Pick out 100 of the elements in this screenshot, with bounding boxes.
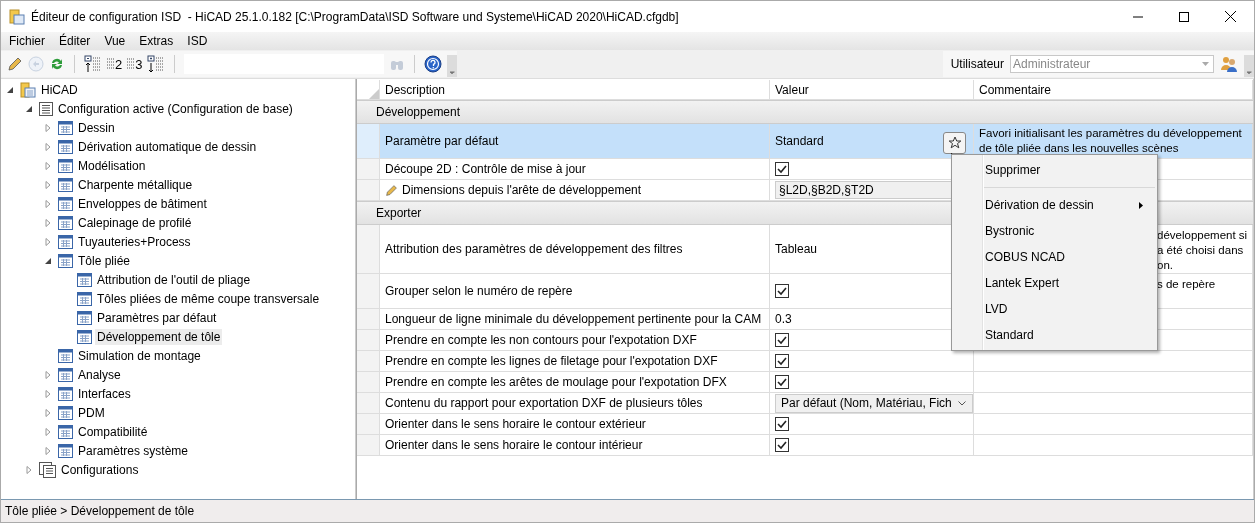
row-handle[interactable]	[357, 159, 380, 179]
refresh-icon[interactable]	[49, 56, 65, 72]
app-icon	[9, 8, 25, 25]
column-header[interactable]: Commentaire	[979, 82, 1052, 97]
row-handle[interactable]	[357, 393, 380, 413]
row-handle[interactable]	[357, 225, 380, 273]
pencil-icon[interactable]	[7, 56, 23, 72]
collapsed-arrow-icon[interactable]	[43, 236, 53, 247]
collapsed-arrow-icon[interactable]	[43, 160, 53, 171]
tree-item[interactable]: Dérivation automatique de dessin	[76, 138, 259, 155]
collapsed-arrow-icon[interactable]	[43, 179, 53, 190]
expand-levels-icon[interactable]	[147, 55, 166, 73]
tree-item[interactable]: Tôles pliées de même coupe transversale	[95, 290, 322, 307]
undo-icon[interactable]	[28, 56, 44, 72]
maximize-icon[interactable]	[1179, 11, 1189, 22]
checked-checkbox[interactable]	[775, 162, 789, 176]
row-handle[interactable]	[357, 372, 380, 392]
caret-icon	[958, 400, 966, 406]
row-handle[interactable]	[357, 330, 380, 350]
property-description: Attribution des paramètres de développement des filtres	[385, 242, 683, 256]
menu-item[interactable]: Extras	[131, 34, 180, 48]
row-handle[interactable]	[357, 124, 380, 158]
property-description: Dimensions depuis l'arête de développement	[402, 183, 642, 197]
menu-item[interactable]: COBUS NCAD	[952, 244, 1157, 270]
tree-item[interactable]: Analyse	[76, 366, 123, 383]
row-handle[interactable]	[357, 414, 380, 434]
level-button[interactable]: 2	[107, 56, 123, 72]
menu-item[interactable]: Lantek Expert	[952, 270, 1157, 296]
checked-checkbox[interactable]	[775, 438, 789, 452]
tree-item[interactable]: Paramètres par défaut	[95, 309, 219, 326]
tree-item[interactable]: Attribution de l'outil de pliage	[95, 271, 253, 288]
table-icon	[77, 329, 92, 344]
row-handle[interactable]	[357, 309, 380, 329]
row-handle[interactable]	[357, 351, 380, 371]
column-header[interactable]: Description	[385, 82, 446, 97]
collapsed-arrow-icon[interactable]	[43, 217, 53, 228]
tree-item[interactable]: Dessin	[76, 119, 117, 136]
tree-item[interactable]: Enveloppes de bâtiment	[76, 195, 209, 212]
overflow-grip-icon[interactable]	[447, 55, 458, 77]
table-icon	[58, 234, 73, 249]
tree-item[interactable]: Tôle pliée	[76, 252, 133, 269]
row-handle[interactable]	[357, 435, 380, 455]
overflow-grip-icon[interactable]	[1244, 55, 1254, 77]
collapsed-arrow-icon[interactable]	[43, 426, 53, 437]
table-icon	[58, 386, 73, 401]
collapsed-arrow-icon[interactable]	[43, 445, 53, 456]
property-description: Orienter dans le sens horaire le contour intérieur	[385, 438, 643, 452]
tree-item[interactable]: Modélisation	[76, 157, 148, 174]
menu-item[interactable]: Vue	[96, 34, 132, 48]
menu-item[interactable]: LVD	[952, 296, 1157, 322]
menu-item[interactable]: Supprimer	[952, 157, 1157, 183]
collapsed-arrow-icon[interactable]	[43, 388, 53, 399]
tree-item[interactable]: Configurations	[59, 461, 141, 478]
row-handle[interactable]	[357, 274, 380, 308]
tree-item[interactable]: Tuyauteries+Process	[76, 233, 193, 250]
tree-item[interactable]: Compatibilité	[76, 423, 150, 440]
users-icon[interactable]	[1220, 55, 1238, 73]
tree-item[interactable]: HiCAD	[39, 81, 80, 98]
checked-checkbox[interactable]	[775, 354, 789, 368]
tree-item[interactable]: Configuration active (Configuration de base)	[56, 100, 295, 117]
collapsed-arrow-icon[interactable]	[43, 141, 53, 152]
collapsed-arrow-icon[interactable]	[43, 369, 53, 380]
collapsed-arrow-icon[interactable]	[24, 464, 34, 475]
table-icon	[58, 253, 73, 268]
checked-checkbox[interactable]	[775, 333, 789, 347]
property-value[interactable]: Standard	[775, 134, 824, 148]
checked-checkbox[interactable]	[775, 284, 789, 298]
collapsed-arrow-icon[interactable]	[43, 122, 53, 133]
property-value[interactable]: Tableau	[775, 242, 818, 256]
tree-item[interactable]: Paramètres système	[76, 442, 191, 459]
group-header[interactable]: Développement	[357, 100, 1253, 124]
favorite-button[interactable]	[943, 132, 966, 154]
menu-item[interactable]: ISD	[179, 34, 214, 48]
corner-triangle-icon	[369, 89, 379, 99]
checked-checkbox[interactable]	[775, 375, 789, 389]
tree-item[interactable]: Charpente métallique	[76, 176, 195, 193]
property-value[interactable]: 0.3	[775, 312, 792, 326]
tree-item[interactable]: Calepinage de profilé	[76, 214, 194, 231]
column-header[interactable]: Valeur	[775, 82, 809, 97]
menu-item[interactable]: Fichier	[1, 34, 51, 48]
collapsed-arrow-icon[interactable]	[43, 198, 53, 209]
tree-item[interactable]: Simulation de montage	[76, 347, 203, 364]
level-button[interactable]: 3	[127, 56, 143, 72]
tree-item[interactable]: Développement de tôle	[95, 328, 223, 345]
collapsed-arrow-icon[interactable]	[43, 407, 53, 418]
status-text: Tôle pliée > Développement de tôle	[1, 499, 1254, 522]
table-icon	[58, 120, 73, 135]
menu-item[interactable]: Éditer	[51, 34, 97, 48]
menu-item[interactable]: Standard	[952, 322, 1157, 348]
close-icon[interactable]	[1225, 11, 1236, 22]
collapse-levels-icon[interactable]	[84, 55, 102, 73]
tree-item[interactable]: Interfaces	[76, 385, 133, 402]
checked-checkbox[interactable]	[775, 417, 789, 431]
help-icon[interactable]	[424, 55, 443, 73]
user-dropdown[interactable]: Administrateur	[1010, 55, 1214, 73]
row-handle[interactable]	[357, 180, 380, 200]
folder-icon	[20, 81, 36, 98]
tree-item[interactable]: PDM	[76, 404, 107, 421]
value-dropdown[interactable]: Par défaut (Nom, Matériau, Fich	[775, 393, 973, 413]
property-description: Orienter dans le sens horaire le contour extérieur	[385, 417, 646, 431]
